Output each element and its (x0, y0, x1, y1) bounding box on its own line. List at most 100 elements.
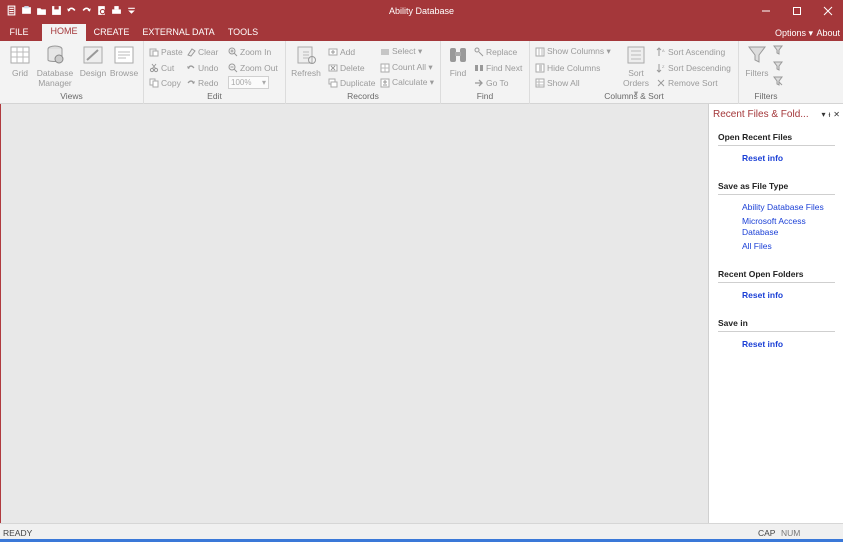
show-all-label: Show All (547, 77, 580, 88)
hide-columns-button[interactable]: Hide Columns (535, 61, 600, 74)
refresh-label: Refresh (291, 68, 321, 78)
maximize-button[interactable] (781, 0, 812, 22)
grid-button[interactable]: Grid (6, 44, 34, 78)
show-all-icon (535, 78, 545, 87)
go-to-button[interactable]: Go To (474, 76, 509, 89)
recent-files-panel: Recent Files & Fold... ▾ ᵻ ✕ Open Recent… (708, 104, 843, 523)
add-label: Add (340, 46, 356, 57)
eraser-icon (187, 47, 196, 57)
find-next-button[interactable]: Find Next (474, 61, 522, 74)
cut-label: Cut (161, 62, 175, 73)
filters-button[interactable]: Filters (742, 44, 772, 78)
replace-button[interactable]: Replace (474, 45, 517, 58)
go-to-label: Go To (486, 77, 509, 88)
document-workspace[interactable] (0, 104, 708, 523)
about-menu[interactable]: About (816, 28, 840, 38)
find-button[interactable]: Find (446, 44, 470, 78)
panel-title: Recent Files & Fold... (713, 109, 809, 120)
clear-label: Clear (198, 46, 219, 57)
pin-icon[interactable]: ᵻ (829, 110, 831, 119)
tab-tools[interactable]: TOOLS (223, 25, 263, 41)
filter-toggle-icon[interactable] (773, 61, 783, 71)
find-group-label: Find (476, 91, 494, 101)
save-in-reset-link[interactable]: Reset info (742, 339, 783, 350)
delete-record-button[interactable]: Delete (328, 61, 365, 74)
num-lock-indicator: NUM (781, 528, 801, 538)
clear-button[interactable]: Clear (186, 45, 218, 58)
filter-selection-icon[interactable] (773, 45, 783, 55)
browse-button[interactable]: Browse (108, 44, 140, 78)
close-button[interactable] (812, 0, 843, 22)
open-recent-reset-link[interactable]: Reset info (742, 153, 783, 164)
svg-text:A: A (662, 48, 665, 53)
tab-home[interactable]: HOME (42, 24, 86, 41)
redo-button[interactable]: Redo (186, 76, 218, 89)
design-button[interactable]: Design (78, 44, 108, 78)
funnel-icon (748, 46, 766, 63)
sort-descending-button[interactable]: Z Sort Descending (656, 61, 731, 74)
filters-group: Filters Filters (739, 41, 793, 104)
refresh-icon (297, 46, 316, 64)
remove-sort-label: Remove Sort (668, 77, 718, 88)
records-group-label: Records (347, 91, 379, 101)
tab-external-data[interactable]: EXTERNAL DATA (137, 25, 220, 41)
recent-folders-reset-link[interactable]: Reset info (742, 290, 783, 301)
delete-label: Delete (340, 62, 365, 73)
sort-orders-icon (627, 46, 645, 64)
binoculars-icon (450, 48, 466, 62)
duplicate-icon (328, 78, 338, 87)
tab-file[interactable]: FILE (0, 25, 38, 41)
find-label: Find (449, 68, 467, 78)
design-label: Design (79, 68, 107, 78)
refresh-button[interactable]: Refresh (289, 44, 323, 78)
ribbon-tab-bar: FILE HOME CREATE EXTERNAL DATA TOOLS Opt… (0, 22, 843, 41)
database-manager-button[interactable]: Database Manager (34, 44, 76, 88)
find-group: Find Replace Find Next Go To Find (441, 41, 530, 104)
database-manager-label-2: Manager (38, 78, 72, 88)
tab-create[interactable]: CREATE (89, 25, 134, 41)
zoom-out-icon (228, 63, 238, 72)
browse-icon (114, 46, 134, 64)
zoom-level-select[interactable]: 100% ▾ (228, 76, 269, 89)
panel-dropdown-icon[interactable]: ▾ (822, 110, 826, 119)
undo-button[interactable]: Undo (186, 61, 218, 74)
cut-button[interactable]: Cut (149, 61, 174, 74)
add-row-icon (328, 48, 338, 55)
zoom-in-icon (228, 47, 238, 56)
status-text: READY (3, 528, 33, 538)
remove-filter-icon[interactable] (773, 76, 783, 86)
calculate-button[interactable]: Calculate ▾ (380, 76, 434, 89)
minimize-button[interactable] (750, 0, 781, 22)
panel-close-icon[interactable]: ✕ (833, 110, 840, 119)
add-record-button[interactable]: Add (328, 45, 355, 58)
replace-label: Replace (486, 46, 518, 57)
paste-button[interactable]: Paste (149, 45, 183, 58)
copy-button[interactable]: Copy (149, 76, 181, 89)
edit-group-label: Edit (207, 91, 222, 101)
zoom-in-button[interactable]: Zoom In (228, 45, 271, 58)
all-files-link[interactable]: All Files (742, 241, 772, 252)
access-database-link[interactable]: Microsoft Access (742, 216, 806, 227)
duplicate-record-button[interactable]: Duplicate (328, 76, 375, 89)
calculate-icon (380, 78, 390, 87)
zoom-out-button[interactable]: Zoom Out (228, 61, 278, 74)
open-recent-heading: Open Recent Files (718, 132, 835, 146)
sort-orders-button[interactable]: Sort Orders ▾ (620, 44, 652, 98)
sort-ascending-button[interactable]: A Sort Ascending (656, 45, 725, 58)
show-columns-button[interactable]: Show Columns ▾ (535, 45, 611, 58)
select-button[interactable]: Select ▾ (380, 45, 422, 58)
copy-icon (149, 78, 159, 87)
show-columns-label: Show Columns ▾ (547, 46, 611, 56)
remove-sort-button[interactable]: Remove Sort (656, 76, 718, 89)
zoom-level-value: 100% (231, 78, 252, 87)
database-manager-label-1: Database (36, 68, 74, 78)
columns-icon (535, 47, 545, 56)
count-all-button[interactable]: Count All ▾ (380, 61, 433, 74)
design-icon (83, 46, 103, 64)
ability-files-link[interactable]: Ability Database Files (742, 202, 824, 213)
sort-ascending-label: Sort Ascending (668, 46, 726, 57)
access-database-link-cont[interactable]: Database (742, 227, 778, 238)
show-all-button[interactable]: Show All (535, 76, 580, 89)
grid-label: Grid (11, 68, 29, 78)
options-menu[interactable]: Options ▾ (775, 28, 813, 39)
